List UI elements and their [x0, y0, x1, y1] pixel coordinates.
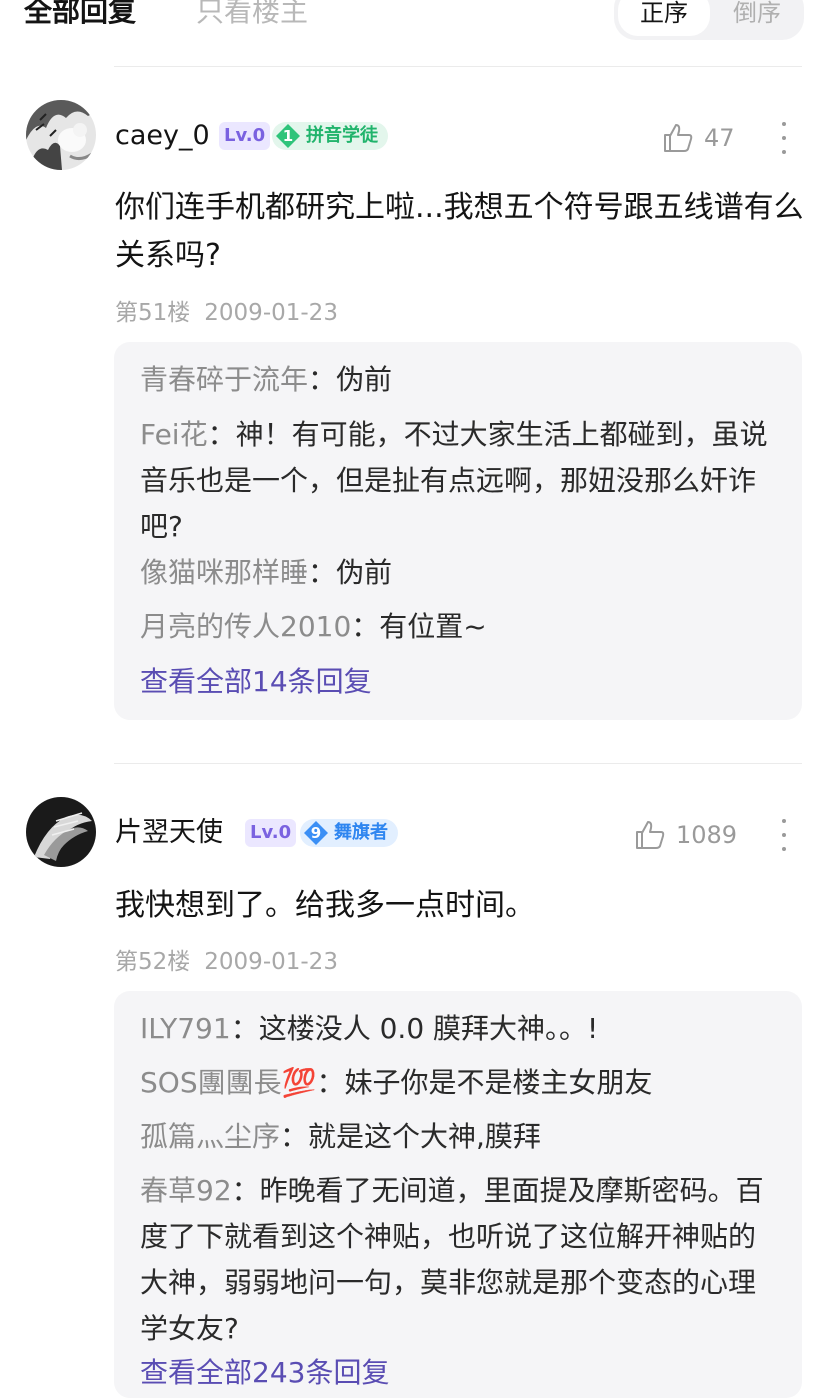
- reply-author[interactable]: 春草92: [140, 1174, 232, 1207]
- tab-owner-only[interactable]: 只看楼主: [196, 0, 308, 34]
- sort-toggle: 正序 倒序: [614, 0, 804, 40]
- like-count: 47: [704, 124, 735, 152]
- avatar[interactable]: [26, 797, 96, 867]
- badge-number: 9: [310, 824, 322, 842]
- username[interactable]: 片翌天使: [115, 815, 223, 851]
- reply-author[interactable]: 月亮的传人2010: [140, 610, 351, 643]
- badge-title: 舞旗者: [334, 822, 388, 843]
- reply-item[interactable]: ILY791：这楼没人 0.0 膜拜大神。。!: [140, 1006, 770, 1052]
- reply-preview: ILY791：这楼没人 0.0 膜拜大神。。! SOS團團長💯：妹子你是不是楼主…: [114, 991, 802, 1398]
- post-date: 2009-01-23: [204, 949, 338, 975]
- floor-number: 第51楼: [115, 300, 191, 326]
- tab-all-replies[interactable]: 全部回复: [24, 0, 136, 34]
- reply-text: 神！有可能，不过大家生活上都碰到，虽说音乐也是一个，但是扯有点远啊，那妞没那么奸…: [140, 418, 768, 543]
- reply-item[interactable]: SOS團團長💯：妹子你是不是楼主女朋友: [140, 1060, 770, 1106]
- reply-text: 妹子你是不是楼主女朋友: [344, 1066, 653, 1099]
- username[interactable]: caey_0: [115, 118, 210, 154]
- reply-text: 伪前: [336, 556, 393, 589]
- sort-asc-button[interactable]: 正序: [618, 0, 710, 36]
- reply-author[interactable]: Fei花: [140, 418, 208, 451]
- reply-text: 这楼没人 0.0 膜拜大神。。!: [258, 1012, 599, 1045]
- reply-author[interactable]: ILY791: [140, 1012, 231, 1045]
- level-badge: Lv.0: [219, 122, 271, 150]
- post-content: 我快想到了。给我多一点时间。: [115, 888, 535, 923]
- level-badge: Lv.0: [245, 819, 297, 847]
- reply-item[interactable]: 春草92：昨晚看了无间道，里面提及摩斯密码。百度了下就看到这个神贴，也听说了这位…: [140, 1168, 770, 1352]
- like-button[interactable]: 1089: [634, 817, 754, 853]
- title-badge: 1 拼音学徒: [272, 122, 388, 150]
- view-all-replies-link[interactable]: 查看全部243条回复: [140, 1353, 389, 1393]
- thumbs-up-icon: [664, 124, 693, 152]
- reply-preview: 青春碎于流年：伪前 Fei花：神！有可能，不过大家生活上都碰到，虽说音乐也是一个…: [114, 342, 802, 720]
- divider: [114, 66, 802, 67]
- reply-tab-bar: 全部回复 只看楼主 正序 倒序: [0, 0, 818, 60]
- reply-item[interactable]: 月亮的传人2010：有位置~: [140, 604, 770, 650]
- floor-number: 第52楼: [115, 949, 191, 975]
- post-meta: 第52楼 2009-01-23: [115, 946, 338, 978]
- reply-item[interactable]: 像猫咪那样睡：伪前: [140, 550, 770, 596]
- like-count: 1089: [676, 821, 738, 849]
- avatar[interactable]: [26, 100, 96, 170]
- post-date: 2009-01-23: [204, 300, 338, 326]
- sort-desc-button[interactable]: 倒序: [714, 0, 800, 36]
- like-button[interactable]: 47: [662, 120, 752, 156]
- reply-text: 伪前: [336, 363, 393, 396]
- post-content: 你们连手机都研究上啦...我想五个符号跟五线谱有么关系吗?: [115, 190, 804, 273]
- post-meta: 第51楼 2009-01-23: [115, 297, 338, 329]
- view-all-replies-link[interactable]: 查看全部14条回复: [140, 662, 372, 702]
- divider: [114, 763, 802, 764]
- reply-text: 就是这个大神,膜拜: [308, 1120, 541, 1153]
- reply-author[interactable]: 青春碎于流年: [140, 363, 308, 396]
- more-options-icon[interactable]: [774, 120, 794, 156]
- more-options-icon[interactable]: [774, 817, 794, 853]
- badge-number: 1: [282, 127, 294, 145]
- badge-title: 拼音学徒: [306, 125, 378, 146]
- reply-text: 有位置~: [379, 610, 487, 643]
- reply-item[interactable]: 青春碎于流年：伪前: [140, 357, 770, 403]
- reply-item[interactable]: Fei花：神！有可能，不过大家生活上都碰到，虽说音乐也是一个，但是扯有点远啊，那…: [140, 412, 770, 550]
- thumbs-up-icon: [636, 821, 665, 849]
- reply-author[interactable]: 孤篇灬尘序: [140, 1120, 280, 1153]
- reply-author[interactable]: 像猫咪那样睡: [140, 556, 308, 589]
- reply-author[interactable]: SOS團團長💯: [140, 1066, 316, 1099]
- title-badge: 9 舞旗者: [300, 819, 398, 847]
- reply-item[interactable]: 孤篇灬尘序：就是这个大神,膜拜: [140, 1114, 770, 1160]
- reply-text: 昨晚看了无间道，里面提及摩斯密码。百度了下就看到这个神贴，也听说了这位解开神贴的…: [140, 1174, 764, 1345]
